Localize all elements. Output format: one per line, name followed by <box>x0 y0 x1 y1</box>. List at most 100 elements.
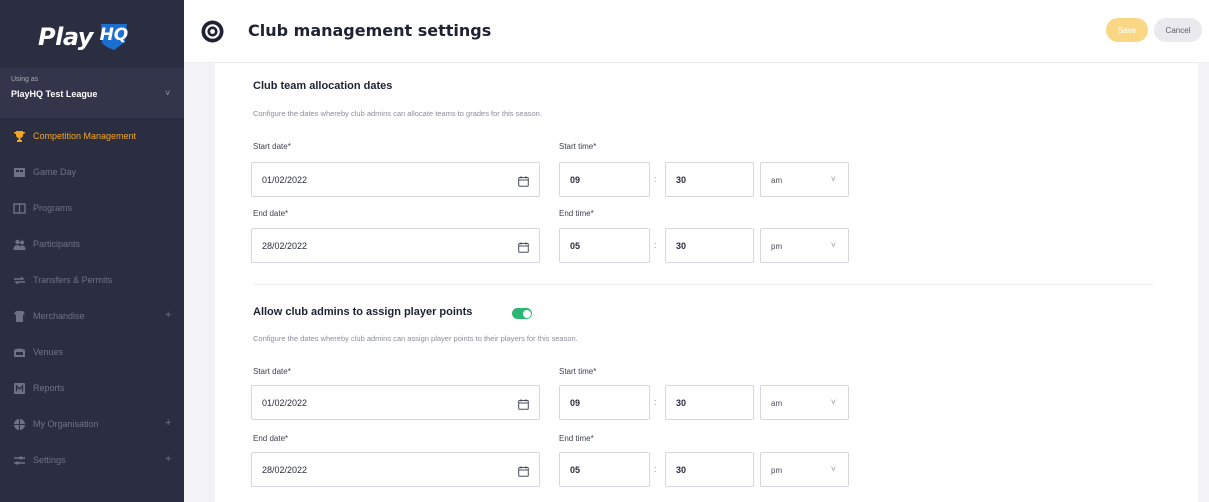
sidebar-item-game-day[interactable]: Game Day <box>0 154 184 190</box>
allocation-section-title: Club team allocation dates <box>253 80 393 92</box>
points-end-hour-field[interactable]: 05 <box>559 452 650 487</box>
sidebar-item-label: Participants <box>33 239 81 249</box>
allocation-end-minute-field[interactable]: 30 <box>665 228 754 263</box>
calendar-icon[interactable] <box>518 397 529 410</box>
chevron-down-icon: ˅ <box>830 397 836 407</box>
allocation-end-date-field[interactable]: 28/02/2022 <box>251 228 540 263</box>
transfer-icon <box>12 273 26 287</box>
end-date-label: End date* <box>253 209 289 218</box>
end-time-label: End time* <box>559 209 594 218</box>
minute-value: 30 <box>676 398 687 408</box>
date-value: 28/02/2022 <box>262 241 308 251</box>
trophy-icon <box>12 129 26 143</box>
ampm-value: am <box>771 176 783 185</box>
hour-value: 09 <box>570 398 581 408</box>
minute-value: 30 <box>676 241 687 251</box>
page-header: Club management settings Save Cancel <box>184 0 1209 63</box>
cancel-button[interactable]: Cancel <box>1154 18 1202 42</box>
hour-value: 05 <box>570 465 581 475</box>
expand-icon[interactable]: + <box>165 309 171 321</box>
time-separator: : <box>654 397 657 407</box>
sidebar-item-reports[interactable]: Reports <box>0 370 184 406</box>
ampm-value: pm <box>771 466 783 475</box>
calendar-icon[interactable] <box>518 240 529 253</box>
allocation-section-description: Configure the dates whereby club admins … <box>253 109 542 118</box>
calendar-icon[interactable] <box>518 174 529 187</box>
sidebar-item-label: Venues <box>33 347 64 357</box>
ampm-value: am <box>771 399 783 408</box>
settings-card <box>215 63 1198 502</box>
time-separator: : <box>654 174 657 184</box>
sidebar-item-merchandise[interactable]: Merchandise + <box>0 298 184 334</box>
date-value: 01/02/2022 <box>262 398 308 408</box>
allocation-start-hour-field[interactable]: 09 <box>559 162 650 197</box>
points-start-date-field[interactable]: 01/02/2022 <box>251 385 540 420</box>
chevron-down-icon: ˅ <box>165 88 171 98</box>
date-value: 01/02/2022 <box>262 175 308 185</box>
reports-icon <box>12 381 26 395</box>
sidebar-item-my-organisation[interactable]: My Organisation + <box>0 406 184 442</box>
page-title: Club management settings <box>248 21 492 40</box>
hour-value: 05 <box>570 241 581 251</box>
book-icon <box>12 201 26 215</box>
section-divider <box>253 284 1153 285</box>
hour-value: 09 <box>570 175 581 185</box>
sidebar-item-transfers-permits[interactable]: Transfers & Permits <box>0 262 184 298</box>
allocation-end-hour-field[interactable]: 05 <box>559 228 650 263</box>
end-time-label: End time* <box>559 434 594 443</box>
shield-icon: HQ <box>97 22 131 52</box>
save-button[interactable]: Save <box>1106 18 1148 42</box>
organisation-icon <box>12 417 26 431</box>
sidebar-item-settings[interactable]: Settings + <box>0 442 184 478</box>
logo-badge: HQ <box>99 25 129 45</box>
sidebar-item-label: Game Day <box>33 167 77 177</box>
sidebar-item-participants[interactable]: Participants <box>0 226 184 262</box>
playhq-logo[interactable]: Play HQ <box>38 22 131 52</box>
minute-value: 30 <box>676 175 687 185</box>
sidebar-item-label: Settings <box>33 455 66 465</box>
sidebar-item-programs[interactable]: Programs <box>0 190 184 226</box>
merchandise-icon <box>12 309 26 323</box>
allocation-end-ampm-select[interactable]: pm ˅ <box>760 228 849 263</box>
allocation-start-minute-field[interactable]: 30 <box>665 162 754 197</box>
sidebar-item-label: My Organisation <box>33 419 99 429</box>
points-section-title: Allow club admins to assign player point… <box>253 306 473 318</box>
chevron-down-icon: ˅ <box>830 174 836 184</box>
allocation-start-ampm-select[interactable]: am ˅ <box>760 162 849 197</box>
toggle-knob <box>522 309 531 318</box>
sidebar-item-venues[interactable]: Venues <box>0 334 184 370</box>
allocation-start-date-field[interactable]: 01/02/2022 <box>251 162 540 197</box>
sidebar-item-label: Reports <box>33 383 65 393</box>
collapse-icon[interactable]: + <box>165 453 171 465</box>
logo-text: Play <box>38 23 93 51</box>
player-points-toggle[interactable] <box>512 308 532 319</box>
sidebar-item-label: Competition Management <box>33 131 137 141</box>
venue-icon <box>12 345 26 359</box>
expand-icon[interactable]: + <box>165 417 171 429</box>
points-section-description: Configure the dates whereby club admins … <box>253 334 578 343</box>
points-end-date-field[interactable]: 28/02/2022 <box>251 452 540 487</box>
chevron-down-icon: ˅ <box>830 464 836 474</box>
start-date-label: Start date* <box>253 367 291 376</box>
start-time-label: Start time* <box>559 142 597 151</box>
points-start-ampm-select[interactable]: am ˅ <box>760 385 849 420</box>
org-caption: Using as <box>11 76 39 83</box>
org-name: PlayHQ Test League <box>11 89 98 99</box>
calendar-icon[interactable] <box>518 464 529 477</box>
organisation-switcher[interactable]: Using as PlayHQ Test League ˅ <box>0 68 184 118</box>
start-date-label: Start date* <box>253 142 291 151</box>
points-end-minute-field[interactable]: 30 <box>665 452 754 487</box>
points-end-ampm-select[interactable]: pm ˅ <box>760 452 849 487</box>
chevron-down-icon: ˅ <box>830 240 836 250</box>
gear-icon <box>201 20 224 43</box>
time-separator: : <box>654 464 657 474</box>
people-icon <box>12 237 26 251</box>
settings-icon <box>12 453 26 467</box>
sidebar-item-competition-management[interactable]: Competition Management <box>0 118 184 154</box>
sidebar-item-label: Programs <box>33 203 73 213</box>
minute-value: 30 <box>676 465 687 475</box>
points-start-hour-field[interactable]: 09 <box>559 385 650 420</box>
game-day-icon <box>12 165 26 179</box>
end-date-label: End date* <box>253 434 289 443</box>
points-start-minute-field[interactable]: 30 <box>665 385 754 420</box>
